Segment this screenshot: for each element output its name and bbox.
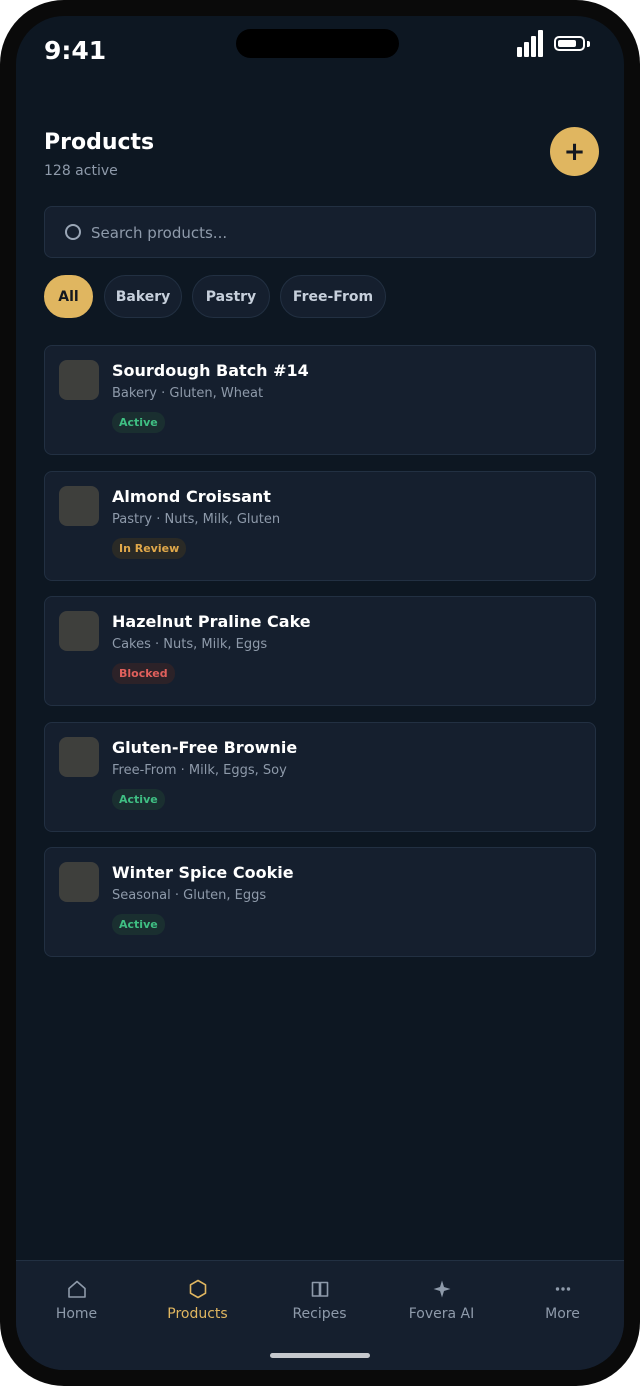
status-badge: Active bbox=[112, 789, 165, 810]
more-icon bbox=[502, 1277, 623, 1301]
product-name: Almond Croissant bbox=[112, 487, 271, 506]
filter-chip-bakery[interactable]: Bakery bbox=[104, 275, 182, 318]
product-name: Sourdough Batch #14 bbox=[112, 361, 309, 380]
status-time: 9:41 bbox=[44, 36, 107, 65]
product-card[interactable]: Gluten-Free Brownie Free-From · Milk, Eg… bbox=[44, 722, 596, 832]
product-card[interactable]: Hazelnut Praline Cake Cakes · Nuts, Milk… bbox=[44, 596, 596, 706]
status-badge: In Review bbox=[112, 538, 187, 559]
product-name: Gluten-Free Brownie bbox=[112, 738, 298, 757]
search-input[interactable] bbox=[89, 207, 573, 259]
tab-label: More bbox=[545, 1306, 580, 1322]
tab-label: Home bbox=[55, 1306, 98, 1322]
tab-label: Fovera AI bbox=[408, 1306, 475, 1322]
tab-label: Recipes bbox=[292, 1306, 347, 1322]
page-title: Products bbox=[44, 130, 155, 155]
product-card[interactable]: Winter Spice Cookie Seasonal · Gluten, E… bbox=[44, 847, 596, 957]
signal-icon bbox=[517, 29, 545, 57]
product-meta: Pastry · Nuts, Milk, Gluten bbox=[112, 512, 281, 527]
product-card[interactable]: Almond Croissant Pastry · Nuts, Milk, Gl… bbox=[44, 471, 596, 581]
filter-chip-label: All bbox=[58, 288, 79, 305]
search-icon bbox=[65, 224, 81, 240]
home-icon bbox=[16, 1277, 137, 1301]
tab-recipes[interactable]: Recipes bbox=[259, 1261, 380, 1337]
tab-home[interactable]: Home bbox=[16, 1261, 137, 1337]
phone-frame: 9:41 Products 128 active + All Bakery bbox=[0, 0, 640, 1386]
tab-more[interactable]: More bbox=[502, 1261, 623, 1337]
search-bar[interactable] bbox=[44, 206, 596, 259]
product-name: Winter Spice Cookie bbox=[112, 863, 294, 882]
add-product-button[interactable]: + bbox=[550, 127, 599, 176]
status-badge: Active bbox=[112, 412, 165, 433]
product-meta: Seasonal · Gluten, Eggs bbox=[112, 888, 267, 903]
filter-chip-free-from[interactable]: Free-From bbox=[280, 275, 386, 318]
product-thumbnail bbox=[59, 360, 99, 400]
product-thumbnail bbox=[59, 611, 99, 651]
product-thumbnail bbox=[59, 486, 99, 526]
product-card[interactable]: Sourdough Batch #14 Bakery · Gluten, Whe… bbox=[44, 345, 596, 455]
tab-label: Products bbox=[167, 1306, 228, 1322]
box-icon bbox=[137, 1277, 258, 1301]
product-meta: Cakes · Nuts, Milk, Eggs bbox=[112, 637, 268, 652]
status-badge: Active bbox=[112, 914, 165, 935]
product-meta: Bakery · Gluten, Wheat bbox=[112, 386, 264, 401]
filter-chip-label: Free-From bbox=[292, 288, 374, 305]
filter-chip-all[interactable]: All bbox=[44, 275, 93, 318]
sparkle-icon bbox=[381, 1277, 502, 1301]
product-meta: Free-From · Milk, Eggs, Soy bbox=[112, 763, 287, 778]
plus-icon: + bbox=[563, 136, 586, 167]
filter-chip-label: Pastry bbox=[205, 288, 257, 305]
home-indicator bbox=[270, 1353, 370, 1358]
product-thumbnail bbox=[59, 862, 99, 902]
tab-fovera-ai[interactable]: Fovera AI bbox=[381, 1261, 502, 1337]
tab-products[interactable]: Products bbox=[137, 1261, 258, 1337]
status-badge: Blocked bbox=[112, 663, 175, 684]
dynamic-island bbox=[236, 29, 399, 58]
book-icon bbox=[259, 1277, 380, 1301]
app-screen: 9:41 Products 128 active + All Bakery bbox=[16, 16, 624, 1370]
filter-chip-label: Bakery bbox=[115, 288, 171, 305]
filter-chip-pastry[interactable]: Pastry bbox=[192, 275, 270, 318]
product-name: Hazelnut Praline Cake bbox=[112, 612, 311, 631]
battery-icon bbox=[554, 36, 590, 54]
product-thumbnail bbox=[59, 737, 99, 777]
active-count: 128 active bbox=[44, 163, 118, 179]
